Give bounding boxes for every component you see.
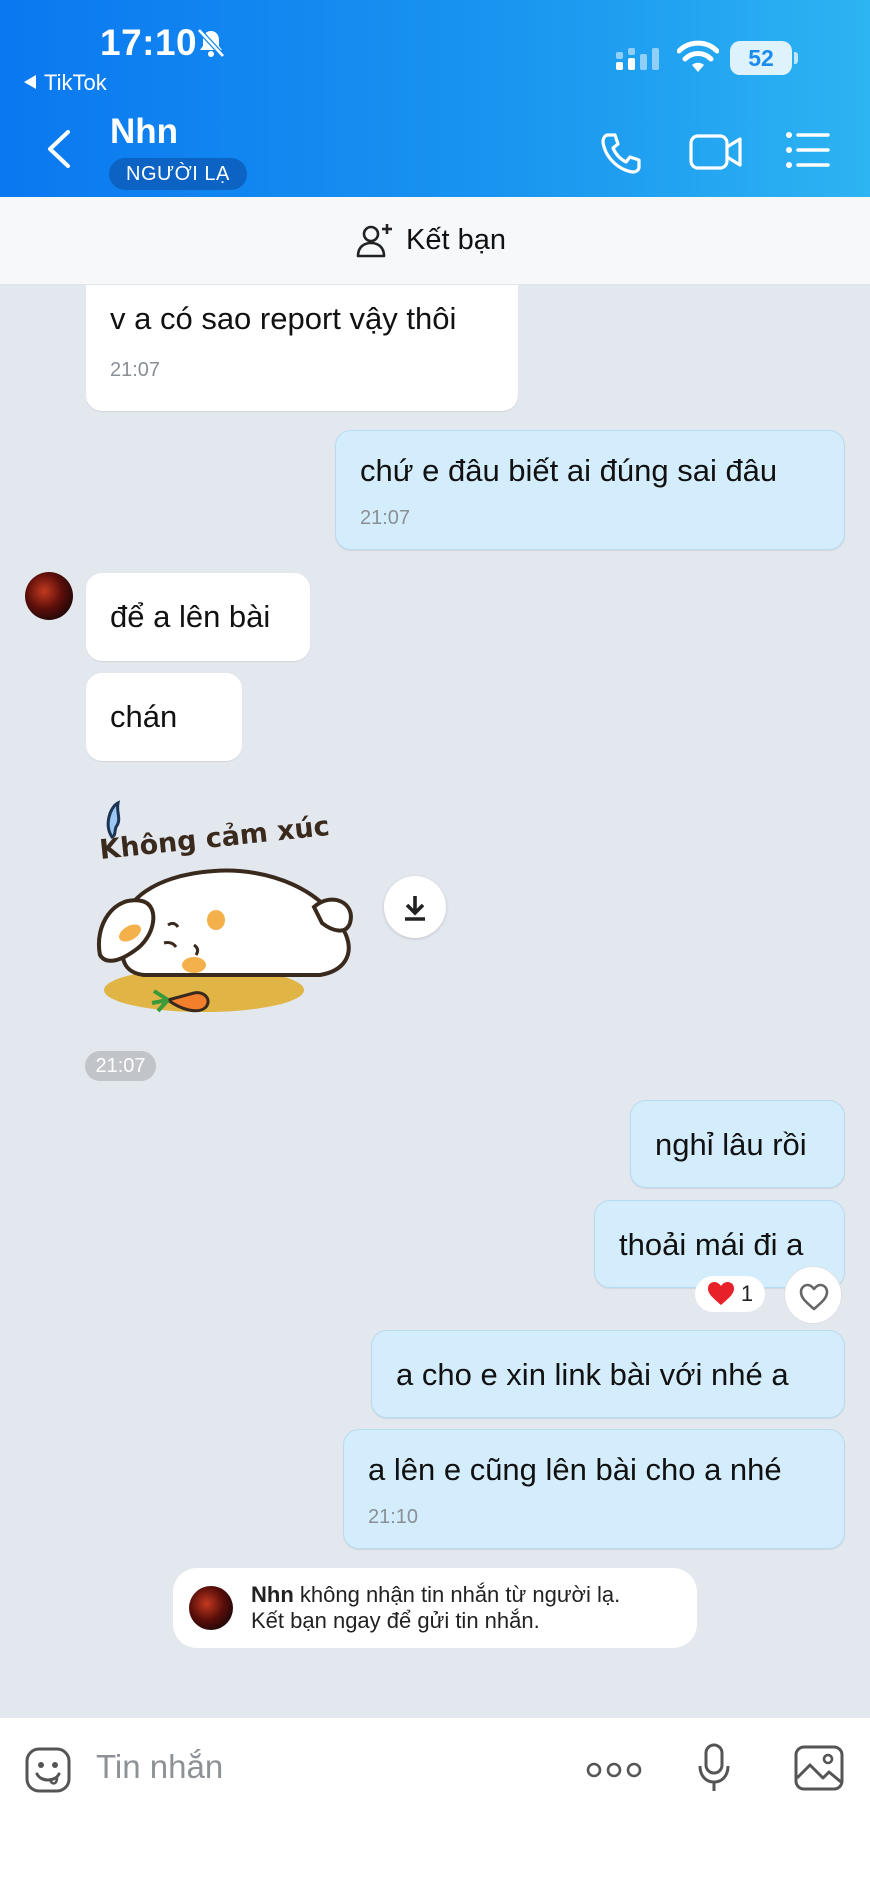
battery-indicator: 52 — [730, 41, 798, 75]
message-input[interactable]: Tin nhắn — [96, 1748, 223, 1786]
contact-avatar[interactable] — [25, 572, 73, 620]
message-time: 21:10 — [368, 1506, 419, 1528]
heart-icon — [707, 1282, 734, 1305]
message-time: 21:07 — [360, 507, 411, 529]
notice-name: Nhn — [251, 1582, 294, 1607]
message-text: a cho e xin link bài với nhé a — [396, 1357, 789, 1392]
react-button[interactable] — [784, 1266, 842, 1324]
heart-reaction-badge[interactable]: 1 — [695, 1276, 765, 1312]
message-text: a lên e cũng lên bài cho a nhé — [368, 1452, 782, 1487]
notice-text: Nhn không nhận tin nhắn từ người lạ. Kết… — [251, 1582, 620, 1634]
message-text: nghỉ lâu rồi — [655, 1127, 807, 1162]
more-options-icon[interactable] — [586, 1758, 642, 1782]
contact-name[interactable]: Nhn — [110, 112, 178, 152]
message-text: thoải mái đi a — [619, 1227, 804, 1262]
message-text: v a có sao report vậy thôi — [110, 301, 457, 336]
message-time: 21:07 — [110, 359, 161, 381]
menu-list-icon[interactable] — [785, 130, 831, 170]
back-arrow-icon[interactable] — [42, 128, 78, 170]
message-bubble-incoming[interactable]: v a có sao report vậy thôi 21:07 — [86, 285, 518, 411]
status-time: 17:10 — [100, 22, 198, 63]
stranger-notice: Nhn không nhận tin nhắn từ người lạ. Kết… — [173, 1568, 697, 1648]
message-text: chứ e đâu biết ai đúng sai đâu — [360, 453, 778, 488]
download-icon — [405, 896, 425, 921]
message-bubble-outgoing[interactable]: chứ e đâu biết ai đúng sai đâu 21:07 — [335, 430, 845, 550]
message-text: để a lên bài — [110, 599, 271, 634]
video-call-icon[interactable] — [688, 130, 744, 174]
contact-avatar — [189, 1586, 233, 1630]
sticker-message[interactable]: Không cảm xúc — [94, 795, 364, 1030]
wifi-icon — [677, 40, 719, 72]
sticker-time-pill: 21:07 — [85, 1051, 156, 1081]
add-friend-button[interactable]: Kết bạn — [356, 221, 506, 259]
phone-call-icon[interactable] — [598, 130, 644, 176]
sticker-emoji-icon[interactable] — [24, 1746, 72, 1794]
bell-muted-icon — [197, 28, 225, 58]
notice-line2: Kết bạn ngay để gửi tin nhắn. — [251, 1608, 540, 1633]
add-friend-label: Kết bạn — [406, 223, 506, 256]
message-bubble-outgoing[interactable]: nghỉ lâu rồi — [630, 1100, 845, 1188]
chat-header: 17:10 TikTok 52 Nhn NGƯỜI LẠ — [0, 0, 870, 197]
reaction-count: 1 — [740, 1281, 754, 1306]
back-to-app-link[interactable]: TikTok — [24, 70, 107, 96]
message-input-bar: Tin nhắn — [0, 1717, 870, 1885]
cellular-signal-icon — [616, 48, 659, 70]
back-triangle-icon — [24, 75, 36, 89]
image-gallery-icon[interactable] — [793, 1744, 845, 1792]
message-bubble-incoming[interactable]: để a lên bài — [86, 573, 310, 661]
add-friend-bar[interactable]: Kết bạn — [0, 197, 870, 285]
download-sticker-button[interactable] — [384, 876, 446, 938]
heart-outline-icon — [799, 1283, 829, 1311]
message-text: chán — [110, 699, 178, 734]
message-bubble-outgoing[interactable]: a lên e cũng lên bài cho a nhé 21:10 — [343, 1429, 845, 1549]
back-app-label: TikTok — [44, 70, 107, 95]
stranger-badge: NGƯỜI LẠ — [109, 158, 247, 190]
microphone-icon[interactable] — [696, 1742, 732, 1794]
message-bubble-outgoing[interactable]: a cho e xin link bài với nhé a — [371, 1330, 845, 1418]
message-bubble-incoming[interactable]: chán — [86, 673, 242, 761]
add-friend-icon — [356, 224, 392, 258]
notice-line1: không nhận tin nhắn từ người lạ. — [299, 1582, 621, 1607]
